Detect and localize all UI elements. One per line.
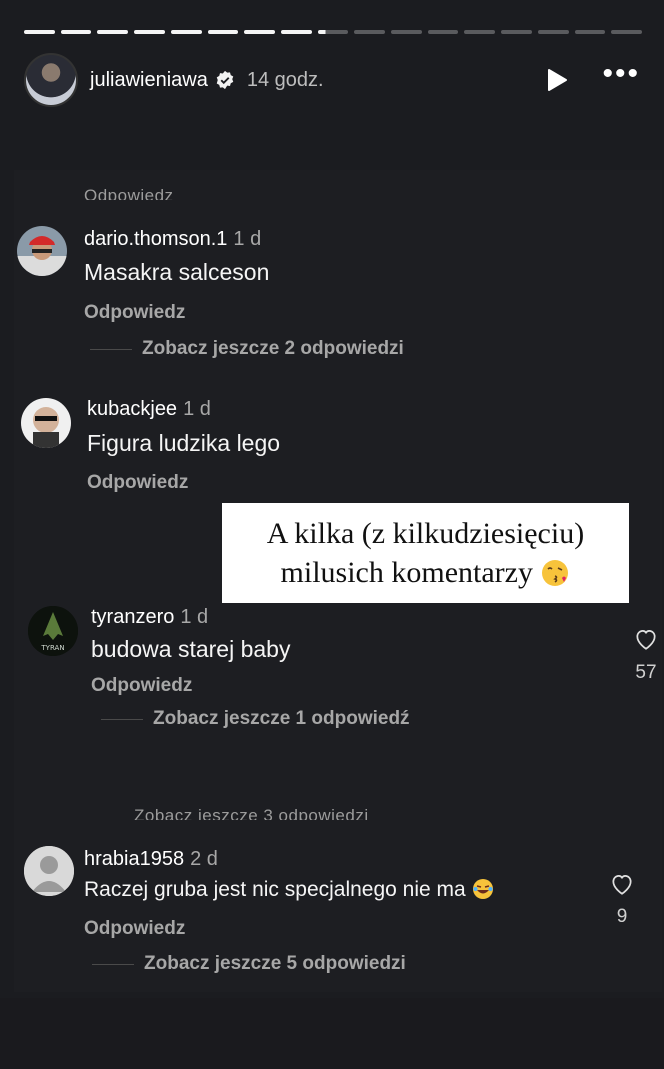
commenter-username[interactable]: tyranzero 1 d xyxy=(91,606,208,629)
progress-segment xyxy=(24,30,55,34)
commenter-username[interactable]: kubackjee 1 d xyxy=(87,398,211,421)
progress-segment xyxy=(391,30,422,34)
story-footer xyxy=(0,998,664,1069)
comment-time: 2 d xyxy=(190,848,218,870)
story-header: juliawieniawa 14 godz. ••• xyxy=(24,52,640,108)
more-options-icon[interactable]: ••• xyxy=(602,59,640,89)
progress-segment xyxy=(354,30,386,34)
story-username[interactable]: juliawieniawa xyxy=(90,69,208,92)
view-more-replies[interactable]: Zobacz jeszcze 2 odpowiedzi xyxy=(90,338,404,360)
caption-line-2: milusich komentarzy xyxy=(222,553,629,592)
laughing-emoji-icon xyxy=(472,878,494,900)
commenter-avatar[interactable]: TYRAN xyxy=(28,606,78,656)
heart-icon[interactable] xyxy=(633,626,659,652)
comment-text: Figura ludzika lego xyxy=(87,430,281,456)
view-more-replies[interactable]: Zobacz jeszcze 5 odpowiedzi xyxy=(92,953,406,975)
comment-text: budowa starej baby xyxy=(91,636,291,662)
reply-button[interactable]: Odpowiedz xyxy=(84,302,185,324)
progress-segment xyxy=(317,30,349,34)
progress-segment xyxy=(170,30,202,34)
reply-button[interactable]: Odpowiedz xyxy=(87,472,188,494)
cut-off-view-replies-text: Zobacz jeszcze 3 odpowiedzi xyxy=(134,806,369,820)
comment-time: 1 d xyxy=(180,606,209,628)
progress-segment xyxy=(207,30,239,34)
story-progress-bar xyxy=(24,30,642,34)
progress-segment xyxy=(611,30,642,34)
view-more-replies[interactable]: Zobacz jeszcze 1 odpowiedź xyxy=(101,708,410,730)
reply-button[interactable]: Odpowiedz xyxy=(91,675,192,697)
comment-text: Raczej gruba jest nic specjalnego nie ma xyxy=(84,878,494,902)
reply-button[interactable]: Odpowiedz xyxy=(84,918,185,940)
progress-segment xyxy=(537,30,569,34)
progress-segment xyxy=(244,30,275,34)
commenter-avatar[interactable] xyxy=(21,398,71,448)
progress-segment xyxy=(574,30,606,34)
commenter-avatar[interactable] xyxy=(24,846,74,896)
story-time: 14 godz. xyxy=(246,68,324,91)
commenter-username[interactable]: dario.thomson.1 1 d xyxy=(84,228,261,251)
heart-icon[interactable] xyxy=(609,871,635,897)
kiss-emoji-icon xyxy=(540,558,570,588)
play-icon[interactable] xyxy=(542,66,570,94)
progress-segment xyxy=(501,30,532,34)
commenter-avatar[interactable] xyxy=(17,226,67,276)
caption-line-1: A kilka (z kilkudziesięciu) xyxy=(266,517,585,550)
story-caption-overlay: A kilka (z kilkudziesięciu) milusich kom… xyxy=(222,503,629,603)
comment-time: 1 d xyxy=(233,228,262,250)
comment-text: Masakra salceson xyxy=(84,259,270,285)
progress-segment xyxy=(427,30,459,34)
svg-text:TYRAN: TYRAN xyxy=(40,644,64,652)
comment-time: 1 d xyxy=(183,398,211,420)
commenter-username[interactable]: hrabia1958 2 d xyxy=(84,848,218,871)
progress-segment xyxy=(280,30,312,34)
cut-off-reply-text: Odpowiedz xyxy=(84,186,174,200)
like-count: 57 xyxy=(635,662,657,683)
like-count: 9 xyxy=(616,906,628,927)
progress-segment xyxy=(464,30,496,34)
progress-segment xyxy=(134,30,165,34)
progress-segment xyxy=(97,30,129,34)
progress-segment xyxy=(60,30,92,34)
profile-avatar[interactable] xyxy=(24,53,78,107)
verified-badge-icon xyxy=(215,70,235,90)
